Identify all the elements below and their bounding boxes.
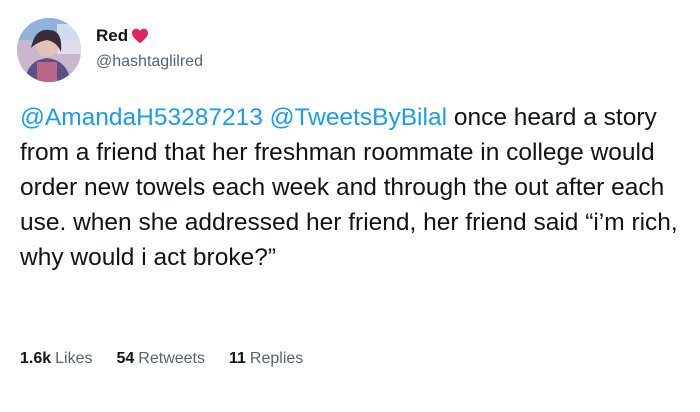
mention-link[interactable]: @AmandaH53287213 [20, 104, 263, 131]
tweet-text: @AmandaH53287213 @TweetsByBilal once hea… [20, 100, 685, 275]
tweet-stats: 1.6k Likes 54 Retweets 11 Replies [20, 349, 327, 369]
likes-stat[interactable]: 1.6k Likes [20, 349, 93, 369]
avatar[interactable] [17, 18, 81, 82]
red-heart-icon [132, 28, 149, 44]
author-handle[interactable]: @hashtaglilred [96, 52, 203, 72]
replies-count: 11 [229, 350, 246, 367]
profile-photo-icon [17, 18, 81, 82]
author-name[interactable]: Red [96, 26, 128, 46]
retweets-count: 54 [116, 350, 135, 367]
replies-stat[interactable]: 11 Replies [229, 349, 303, 369]
retweets-stat[interactable]: 54 Retweets [117, 349, 206, 369]
replies-label: Replies [249, 350, 304, 367]
tweet-card: Red @hashtaglilred @AmandaH53287213 @Twe… [0, 0, 700, 412]
mention-link[interactable]: @TweetsByBilal [270, 104, 447, 131]
likes-count: 1.6k [20, 350, 52, 367]
retweets-label: Retweets [138, 350, 205, 367]
author-name-row[interactable]: Red [96, 26, 149, 46]
likes-label: Likes [55, 350, 93, 367]
